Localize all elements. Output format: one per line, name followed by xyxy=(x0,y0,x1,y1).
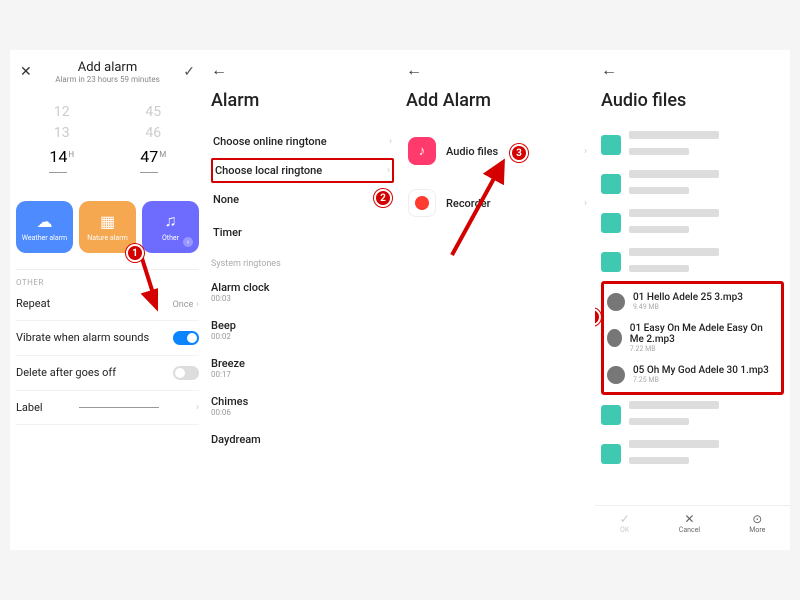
audio-track[interactable]: 01 Easy On Me Adele Easy On Me 2.mp37.22… xyxy=(605,317,780,359)
minute-selected[interactable]: 47 xyxy=(140,144,158,173)
grid-icon: ▦ xyxy=(100,212,115,231)
ringtone-item[interactable]: Alarm clock00:03 xyxy=(211,273,394,311)
page-title: Add Alarm xyxy=(406,90,589,111)
chevron-right-icon: › xyxy=(584,198,587,209)
record-icon xyxy=(408,189,436,217)
back-icon[interactable]: ← xyxy=(601,60,617,79)
pane-alarm-ringtone: ← Alarm Choose online ringtone › Choose … xyxy=(205,50,400,550)
annotation-badge-1: 1 xyxy=(126,244,144,262)
cloud-icon: ☁ xyxy=(37,212,53,231)
card-nature-alarm[interactable]: ▦ Nature alarm xyxy=(79,201,136,253)
row-timer[interactable]: Timer xyxy=(211,216,394,249)
footer-actions: ✓OK ✕Cancel ⊙More xyxy=(595,505,790,540)
more-button[interactable]: ⊙More xyxy=(749,512,765,534)
album-art xyxy=(607,329,622,347)
annotation-badge-2: 2 xyxy=(374,189,392,207)
page-title: Audio files xyxy=(601,90,784,111)
audio-track[interactable]: 01 Hello Adele 25 3.mp39.49 MB xyxy=(605,286,780,317)
row-label[interactable]: Label › xyxy=(16,391,199,425)
audio-track[interactable]: 05 Oh My God Adele 30 1.mp37.25 MB xyxy=(605,359,780,390)
card-weather-alarm[interactable]: ☁ Weather alarm xyxy=(16,201,73,253)
album-art xyxy=(607,366,625,384)
section-system-ringtones: System ringtones xyxy=(211,259,394,269)
chevron-right-icon: › xyxy=(389,136,392,147)
row-delete-after[interactable]: Delete after goes off xyxy=(16,356,199,391)
row-choose-local[interactable]: Choose local ringtone › xyxy=(211,158,394,183)
alarm-subtitle: Alarm in 23 hours 59 minutes xyxy=(55,75,160,84)
cancel-button[interactable]: ✕Cancel xyxy=(679,512,700,534)
annotation-badge-3: 3 xyxy=(510,144,528,162)
chevron-right-icon: › xyxy=(584,146,587,157)
toggle-vibrate[interactable] xyxy=(173,331,199,345)
pane-add-alarm-source: ← Add Alarm ♪ Audio files › Recorder › 3 xyxy=(400,50,595,550)
pane-add-alarm: ✕ Add alarm Alarm in 23 hours 59 minutes… xyxy=(10,50,205,550)
pane-audio-files: ← Audio files 01 Hello Adele 25 3.mp39.4… xyxy=(595,50,790,550)
row-audio-files[interactable]: ♪ Audio files › xyxy=(406,125,589,177)
album-art xyxy=(607,293,625,311)
list-item[interactable] xyxy=(601,242,784,281)
list-item[interactable] xyxy=(601,434,784,473)
section-other-label: OTHER xyxy=(16,278,199,287)
list-item[interactable] xyxy=(601,395,784,434)
ok-button[interactable]: ✓OK xyxy=(620,512,630,534)
highlighted-tracks: 01 Hello Adele 25 3.mp39.49 MB01 Easy On… xyxy=(601,281,784,395)
chevron-right-icon: › xyxy=(183,237,193,247)
row-repeat[interactable]: Repeat Once › xyxy=(16,287,199,321)
label-input[interactable] xyxy=(79,407,159,408)
row-recorder[interactable]: Recorder › xyxy=(406,177,589,229)
toggle-delete-after[interactable] xyxy=(173,366,199,380)
hour-selected[interactable]: 14 xyxy=(49,144,67,173)
music-note-icon: ♪ xyxy=(408,137,436,165)
close-icon[interactable]: ✕ xyxy=(20,64,32,80)
chevron-right-icon: › xyxy=(196,299,199,310)
ringtone-item[interactable]: Daydream xyxy=(211,425,394,454)
ringtone-item[interactable]: Beep00:02 xyxy=(211,311,394,349)
time-picker[interactable]: 12 13 14H 45 46 47M xyxy=(16,102,199,173)
list-item[interactable] xyxy=(601,125,784,164)
chevron-right-icon: › xyxy=(387,165,390,176)
card-other[interactable]: ♫ Other › xyxy=(142,201,199,253)
page-title: Alarm xyxy=(211,90,394,111)
list-item[interactable] xyxy=(601,164,784,203)
row-none[interactable]: None xyxy=(211,183,394,216)
row-vibrate[interactable]: Vibrate when alarm sounds xyxy=(16,321,199,356)
back-icon[interactable]: ← xyxy=(211,60,227,79)
row-choose-online[interactable]: Choose online ringtone › xyxy=(211,125,394,158)
page-title: Add alarm xyxy=(55,60,160,75)
chevron-right-icon: › xyxy=(196,402,199,413)
confirm-icon[interactable]: ✓ xyxy=(183,64,195,80)
ringtone-item[interactable]: Chimes00:06 xyxy=(211,387,394,425)
ringtone-item[interactable]: Breeze00:17 xyxy=(211,349,394,387)
list-item[interactable] xyxy=(601,203,784,242)
back-icon[interactable]: ← xyxy=(406,60,422,79)
music-icon: ♫ xyxy=(165,211,177,231)
